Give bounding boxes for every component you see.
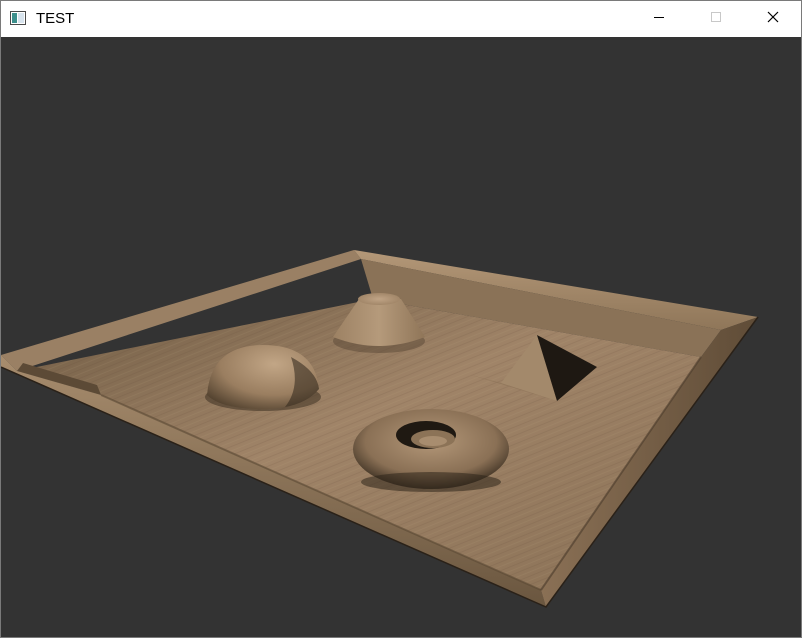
render-viewport[interactable]	[1, 37, 801, 637]
app-window-icon	[10, 11, 26, 25]
maximize-icon	[710, 10, 722, 28]
window-title: TEST	[36, 10, 75, 27]
close-icon	[767, 10, 779, 28]
maximize-button[interactable]	[687, 1, 744, 37]
title-bar[interactable]: TEST	[1, 1, 801, 37]
torus	[353, 409, 509, 492]
minimize-icon	[653, 10, 665, 28]
minimize-button[interactable]	[630, 1, 687, 37]
scene-canvas	[1, 250, 759, 608]
app-window: TEST	[0, 0, 802, 638]
close-button[interactable]	[744, 1, 801, 37]
